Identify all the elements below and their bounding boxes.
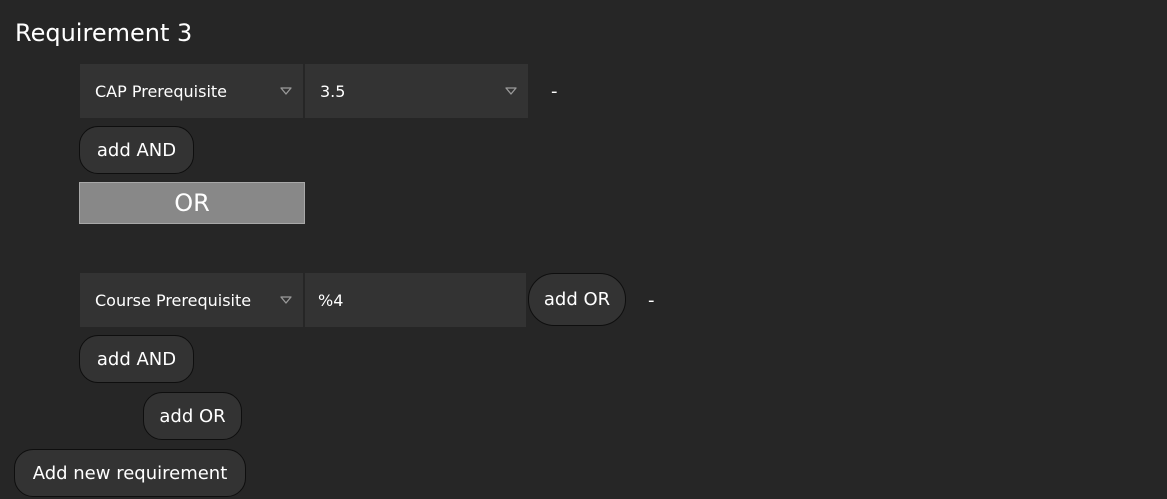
cap-value: 3.5 [320,81,346,101]
requirement-title: Requirement 3 [15,19,193,47]
caret-down-icon [279,295,293,305]
add-and-button-2[interactable]: add AND [79,335,194,383]
add-new-requirement-button[interactable]: Add new requirement [14,449,246,497]
add-and-button-1[interactable]: add AND [79,126,194,174]
caret-down-icon [504,86,518,96]
course-value-input[interactable] [305,273,526,327]
cap-value-select[interactable]: 3.5 [305,64,528,118]
requirement-type-value-1: CAP Prerequisite [95,81,227,101]
requirement-type-select-1[interactable]: CAP Prerequisite [80,64,303,118]
add-or-inline-button[interactable]: add OR [528,273,626,326]
requirement-type-value-2: Course Prerequisite [95,290,252,310]
add-or-button[interactable]: add OR [143,392,242,440]
remove-condition-button-1[interactable]: - [551,82,558,102]
requirement-type-select-2[interactable]: Course Prerequisite [80,273,303,327]
or-separator[interactable]: OR [79,182,305,224]
caret-down-icon [279,86,293,96]
remove-condition-button-2[interactable]: - [648,291,655,311]
